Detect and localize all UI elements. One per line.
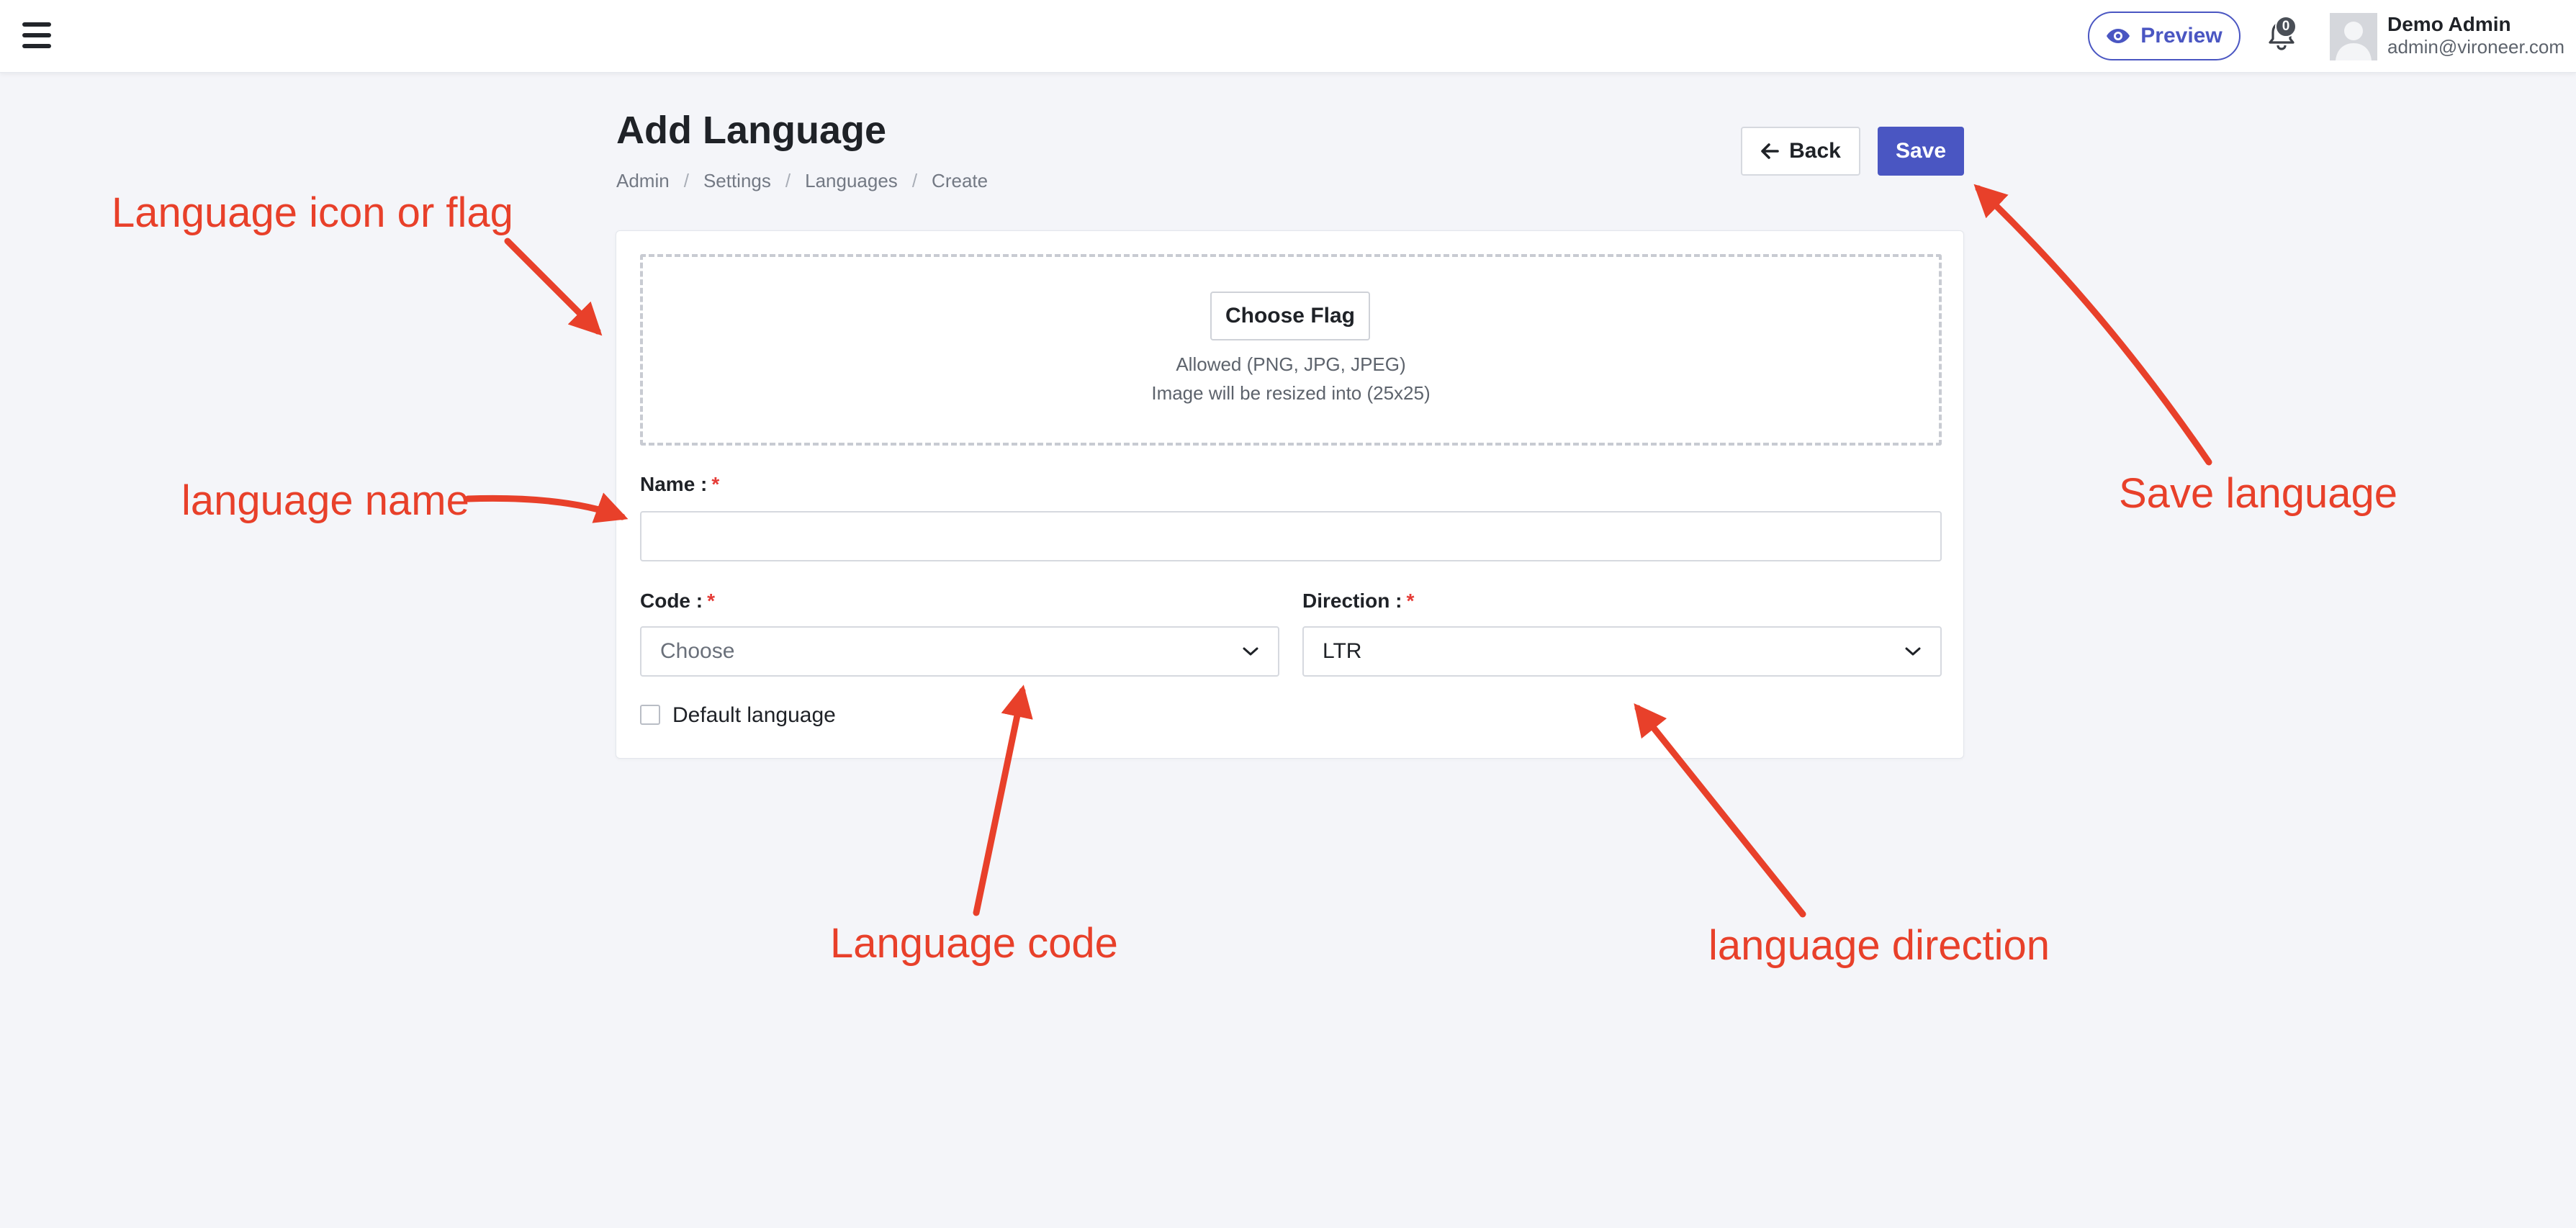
breadcrumb-separator: / bbox=[785, 170, 791, 191]
user-email: admin@vironeer.com bbox=[2387, 36, 2565, 58]
breadcrumb-create: Create bbox=[932, 170, 988, 191]
avatar[interactable] bbox=[2330, 13, 2377, 60]
chevron-down-icon bbox=[1905, 647, 1921, 656]
flag-allowed-types-hint: Allowed (PNG, JPG, JPEG) bbox=[1176, 353, 1406, 375]
annotation-save: Save language bbox=[2119, 470, 2397, 517]
arrow-left-icon bbox=[1761, 143, 1779, 159]
arrow-to-save bbox=[1973, 184, 2212, 466]
language-name-input[interactable] bbox=[640, 511, 1942, 561]
hamburger-menu-icon[interactable] bbox=[22, 22, 51, 48]
direction-label-text: Direction : bbox=[1302, 590, 1402, 612]
breadcrumb-languages[interactable]: Languages bbox=[805, 170, 898, 192]
eye-icon bbox=[2107, 29, 2130, 43]
annotation-name: language name bbox=[181, 477, 469, 524]
chevron-down-icon bbox=[1243, 647, 1258, 656]
preview-button[interactable]: Preview bbox=[2088, 12, 2241, 60]
required-asterisk: * bbox=[711, 473, 720, 495]
direction-selected-value: LTR bbox=[1323, 639, 1362, 663]
flag-dropzone[interactable]: Choose Flag Allowed (PNG, JPG, JPEG) Ima… bbox=[640, 254, 1942, 446]
breadcrumb-admin[interactable]: Admin bbox=[616, 170, 670, 192]
code-field-label: Code : * bbox=[640, 590, 715, 613]
default-language-checkbox[interactable] bbox=[640, 705, 660, 725]
top-navbar: Preview 0 Demo Admin admin@vironeer.com bbox=[0, 0, 2576, 73]
default-language-label[interactable]: Default language bbox=[672, 703, 836, 728]
flag-resize-hint: Image will be resized into (25x25) bbox=[1151, 382, 1431, 404]
code-selected-value: Choose bbox=[660, 639, 735, 663]
breadcrumb-settings[interactable]: Settings bbox=[703, 170, 771, 192]
annotation-direction: language direction bbox=[1708, 922, 2050, 969]
breadcrumb: Admin / Settings / Languages / Create bbox=[616, 170, 988, 192]
language-direction-select[interactable]: LTR bbox=[1302, 626, 1942, 677]
language-form-card: Choose Flag Allowed (PNG, JPG, JPEG) Ima… bbox=[616, 230, 1964, 759]
code-label-text: Code : bbox=[640, 590, 703, 612]
required-asterisk: * bbox=[707, 590, 716, 612]
preview-label: Preview bbox=[2140, 24, 2223, 48]
direction-field-label: Direction : * bbox=[1302, 590, 1414, 613]
required-asterisk: * bbox=[1406, 590, 1415, 612]
name-field-label: Name : * bbox=[640, 473, 719, 496]
choose-flag-button[interactable]: Choose Flag bbox=[1210, 292, 1370, 340]
breadcrumb-separator: / bbox=[683, 170, 689, 191]
arrow-to-name bbox=[464, 492, 629, 523]
arrow-to-flag bbox=[504, 238, 603, 336]
user-placeholder-icon bbox=[2330, 13, 2377, 60]
page-title: Add Language bbox=[616, 109, 886, 152]
name-label-text: Name : bbox=[640, 473, 708, 495]
breadcrumb-separator: / bbox=[911, 170, 918, 191]
save-button[interactable]: Save bbox=[1878, 127, 1964, 176]
back-label: Back bbox=[1789, 139, 1841, 163]
user-name[interactable]: Demo Admin bbox=[2387, 13, 2511, 36]
language-code-select[interactable]: Choose bbox=[640, 626, 1279, 677]
back-button[interactable]: Back bbox=[1741, 127, 1860, 176]
annotation-flag: Language icon or flag bbox=[112, 189, 513, 236]
notification-count-badge: 0 bbox=[2275, 16, 2297, 37]
annotation-code: Language code bbox=[830, 920, 1118, 967]
